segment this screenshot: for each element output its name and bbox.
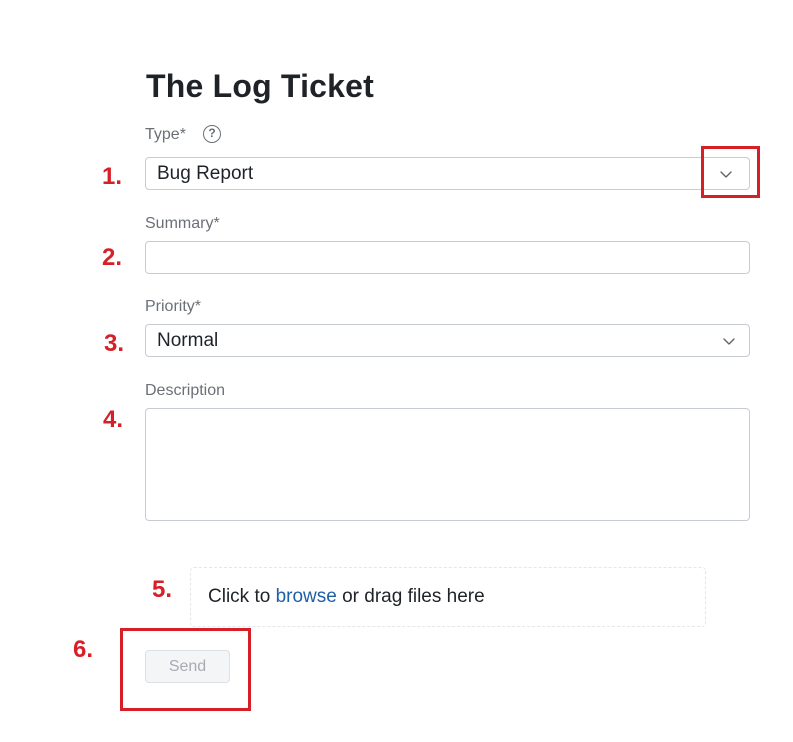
highlight-box-dropdown-arrow <box>701 146 760 198</box>
browse-link[interactable]: browse <box>276 586 337 607</box>
dropzone-suffix: or drag files here <box>336 586 485 607</box>
step-number-5: 5. <box>152 576 173 603</box>
dropzone-text: Click to browse or drag files here <box>208 568 485 626</box>
chevron-down-icon[interactable] <box>721 333 737 349</box>
priority-selected-value: Normal <box>157 330 219 351</box>
step-number-6: 6. <box>73 636 94 663</box>
page-title: The Log Ticket <box>146 68 375 104</box>
description-textarea[interactable] <box>145 408 750 521</box>
summary-input[interactable] <box>145 241 750 274</box>
description-label: Description <box>145 382 226 399</box>
priority-select[interactable]: Normal <box>145 324 750 357</box>
summary-label: Summary* <box>145 215 220 232</box>
type-label: Type* <box>145 126 186 143</box>
highlight-box-send-button <box>120 628 251 711</box>
step-number-2: 2. <box>102 244 123 271</box>
step-number-4: 4. <box>103 406 124 433</box>
type-selected-value: Bug Report <box>157 163 254 184</box>
file-dropzone[interactable]: Click to browse or drag files here <box>190 567 706 627</box>
help-icon[interactable]: ? <box>203 125 221 143</box>
step-number-3: 3. <box>104 330 125 357</box>
dropzone-prefix: Click to <box>208 586 276 607</box>
step-number-1: 1. <box>102 163 123 190</box>
type-select[interactable]: Bug Report <box>145 157 750 190</box>
priority-label: Priority* <box>145 298 202 315</box>
